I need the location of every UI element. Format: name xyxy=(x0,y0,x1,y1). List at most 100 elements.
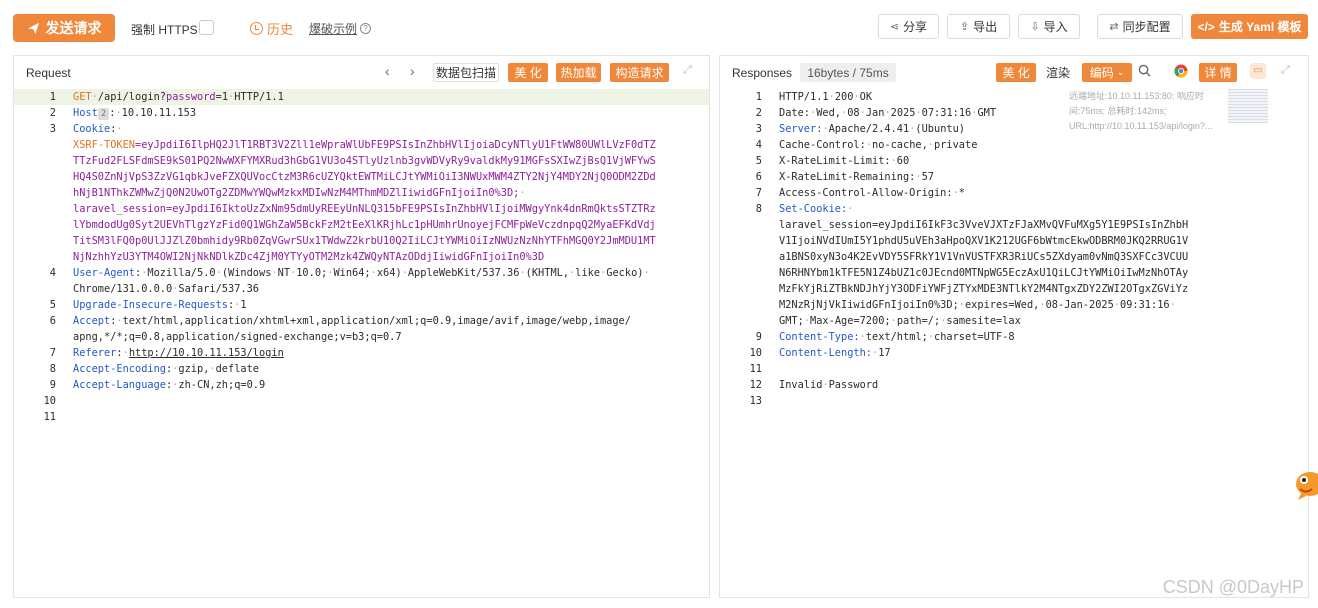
code-token: NjNzhhYzU3YTM4OWI2NjNkNDlkZDc4ZjM0YTYyOT… xyxy=(73,251,545,263)
encoding-label: 编码 xyxy=(1089,66,1114,80)
share-button[interactable]: ⋖ 分享 xyxy=(878,14,939,39)
send-request-label: 发送请求 xyxy=(45,20,102,36)
force-https-checkbox[interactable] xyxy=(199,20,214,35)
response-code-line[interactable]: Set-Cookie:· xyxy=(779,201,1300,217)
response-stats: 16bytes / 75ms xyxy=(800,63,896,82)
request-code-line[interactable]: TTzFud2FLSFdmSE9kS01PQ2NwWXFYMXRud3hGbG1… xyxy=(73,153,701,169)
request-code-line[interactable]: TitSM3lFQ0p0UlJJZlZ0bmhidy9Rb0ZqVGwrSUx1… xyxy=(73,233,701,249)
response-code-line[interactable]: Access-Control-Allow-Origin:·* xyxy=(779,185,1300,201)
send-request-button[interactable]: 发送请求 xyxy=(13,14,115,42)
request-code-line[interactable] xyxy=(73,409,701,425)
code-icon: </> xyxy=(1197,19,1215,34)
code-token: Accept xyxy=(73,315,111,327)
request-line-number xyxy=(14,169,56,185)
response-panel-header: Responses 16bytes / 75ms 美 化 渲染 编码 ⌄ 详 情… xyxy=(720,56,1308,89)
response-code-line[interactable]: N6RHNYbm1kTFE5N1Z4bUZ1c0JEcnd0MTNpWG5Ecz… xyxy=(779,265,1300,281)
brute-example-link[interactable]: 爆破示例 ? xyxy=(309,20,372,37)
response-code-line[interactable]: Content-Length:·17 xyxy=(779,345,1300,361)
response-code[interactable]: HTTP/1.1·200·OK Date:·Wed,·08·Jan·2025·07… xyxy=(779,89,1300,409)
request-code-line[interactable]: Referer:·http://10.10.11.153/login xyxy=(73,345,701,361)
response-code-line[interactable]: Server:·Apache/2.4.41·(Ubuntu) xyxy=(779,121,1300,137)
response-code-line[interactable]: X-RateLimit-Limit:·60 xyxy=(779,153,1300,169)
code-token: /api/login? xyxy=(97,91,167,103)
request-code-line[interactable]: XSRF-TOKEN=eyJpdiI6IlpHQ2JlT1RBT3V2Zll1e… xyxy=(73,137,701,153)
request-code-line[interactable]: laravel_session=eyJpdiI6IktoUzZxNm95dmUy… xyxy=(73,201,701,217)
code-token: no-cache, xyxy=(872,139,928,151)
request-code-line[interactable]: hNjB1NThkZWMwZjQ0N2UwOTg2ZDMwYWQwMzkxMDI… xyxy=(73,185,701,201)
response-code-line[interactable]: X-RateLimit-Remaining:·57 xyxy=(779,169,1300,185)
history-button[interactable]: 历史 xyxy=(250,19,293,38)
request-code-line[interactable]: Host 2:·10.10.11.153 xyxy=(73,105,701,121)
request-line-number: 4 xyxy=(49,267,56,279)
code-token: Host xyxy=(73,107,98,119)
request-code-line[interactable]: NjNzhhYzU3YTM4OWI2NjNkNDlkZDc4ZjM0YTYyOT… xyxy=(73,249,701,265)
minimap[interactable] xyxy=(1228,89,1268,123)
import-label: 导入 xyxy=(1043,20,1068,34)
export-button[interactable]: ⇪ 导出 xyxy=(947,14,1010,39)
generate-yaml-button[interactable]: </> 生成 Yaml 模板 xyxy=(1191,14,1308,39)
encoding-dropdown[interactable]: 编码 ⌄ xyxy=(1082,63,1132,82)
response-code-line[interactable]: Cache-Control:·no-cache,·private xyxy=(779,137,1300,153)
expand-icon[interactable]: ⤢ xyxy=(1281,64,1293,76)
request-code-line[interactable]: HQ4S0ZnNjVpS3ZzVG1qbkJveFZXQUVocCtzM3R6c… xyxy=(73,169,701,185)
request-code[interactable]: GET·/api/login?password=1·HTTP/1.1 Host 2:… xyxy=(73,89,701,425)
code-token: AppleWebKit/537.36 xyxy=(407,267,520,279)
code-token: Win64; xyxy=(333,267,371,279)
request-code-line[interactable]: GET·/api/login?password=1·HTTP/1.1 xyxy=(73,89,701,105)
request-code-line[interactable]: Chrome/131.0.0.0·Safari/537.36 xyxy=(73,281,701,297)
response-code-line[interactable]: MzFkYjRiZTBkNDJhYjY3ODFiYWFjZTYxMDE3NTlk… xyxy=(779,281,1300,297)
request-code-line[interactable]: Accept-Language:·zh-CN,zh;q=0.9 xyxy=(73,377,701,393)
response-editor[interactable]: 1 2 3 4 5 6 7 8 9 10 11 12 13 HTTP/1.1·200·OK Date:·W… xyxy=(720,89,1308,597)
request-line-number xyxy=(14,249,56,265)
request-code-line[interactable]: Accept:·text/html,application/xhtml+xml,… xyxy=(73,313,701,329)
mascot-icon[interactable] xyxy=(1292,462,1318,504)
response-code-line[interactable]: a1BNS0xyN3o4K2EvVDY5SFRkY1V1VnVUSTFXR3Ri… xyxy=(779,249,1300,265)
details-button[interactable]: 详 情 xyxy=(1199,63,1237,82)
response-code-line[interactable]: HTTP/1.1·200·OK xyxy=(779,89,1300,105)
response-code-line[interactable]: laravel_session=eyJpdiI6IkF3c3VveVJXTzFJ… xyxy=(779,217,1300,233)
request-code-line[interactable]: lYbmdodUg0Syt2UEVhTlgzYzFid0Q1WGhZaW5Bck… xyxy=(73,217,701,233)
search-icon[interactable] xyxy=(1138,64,1152,78)
import-button[interactable]: ⇩ 导入 xyxy=(1018,14,1080,39)
request-line-number xyxy=(14,201,56,217)
request-code-line[interactable]: User-Agent:·Mozilla/5.0·(Windows·NT·10.0… xyxy=(73,265,701,281)
back-arrow-icon[interactable]: ‹ xyxy=(385,63,390,79)
code-token: (KHTML, xyxy=(525,267,570,279)
packet-scan-button[interactable]: 数据包扫描 xyxy=(433,63,499,82)
request-line-number xyxy=(14,137,56,153)
response-code-line[interactable]: V1IjoiNVdIUmI5Y1phdU5uVEh3aHpoQXV1K212UG… xyxy=(779,233,1300,249)
hot-load-button[interactable]: 热加载 xyxy=(556,63,601,82)
response-meta-note: 远端地址:10.10.11.153:80; 响应时间:75ms; 总耗时:142… xyxy=(1069,91,1213,131)
response-code-line[interactable] xyxy=(779,361,1300,377)
code-token: path=/; xyxy=(896,315,941,327)
expand-icon[interactable]: ⤢ xyxy=(683,64,695,76)
code-token: Access-Control-Allow-Origin: xyxy=(779,187,953,199)
request-code-line[interactable]: apng,*/*;q=0.8,application/signed-exchan… xyxy=(73,329,701,345)
request-line-numbers: 1 2 3 4 5 6 7 8 9 10 11 xyxy=(14,89,56,425)
comment-icon[interactable]: ▭ xyxy=(1250,63,1266,79)
clock-icon xyxy=(250,22,263,35)
request-editor[interactable]: 1 2 3 4 5 6 7 8 9 10 11 GET·/api/login?password=1·… xyxy=(14,89,709,597)
response-line-number xyxy=(720,233,762,249)
response-code-line[interactable]: Date:·Wed,·08·Jan·2025·07:31:16·GMT xyxy=(779,105,1300,121)
request-code-line[interactable]: Accept-Encoding:·gzip,·deflate xyxy=(73,361,701,377)
response-code-line[interactable]: Content-Type:·text/html;·charset=UTF-8 xyxy=(779,329,1300,345)
import-icon: ⇩ xyxy=(1030,21,1040,33)
response-code-line[interactable]: M2NzRjNjVkIiwidGFnIjoiIn0%3D; · expires=We… xyxy=(779,297,1300,313)
beautify-response-button[interactable]: 美 化 xyxy=(996,63,1036,82)
request-title: Request xyxy=(26,66,71,80)
code-token: 60 xyxy=(896,155,910,167)
sync-config-button[interactable]: ⇄ 同步配置 xyxy=(1097,14,1183,39)
render-button[interactable]: 渲染 xyxy=(1042,63,1074,82)
build-request-button[interactable]: 构造请求 xyxy=(610,63,669,82)
beautify-request-button[interactable]: 美 化 xyxy=(508,63,548,82)
forward-arrow-icon[interactable]: › xyxy=(410,63,415,79)
request-code-line[interactable]: Upgrade-Insecure-Requests:·1 xyxy=(73,297,701,313)
request-code-line[interactable]: Cookie:· xyxy=(73,121,701,137)
response-code-line[interactable] xyxy=(779,393,1300,409)
response-code-line[interactable]: GMT;·Max-Age=7200;·path=/;·samesite=lax xyxy=(779,313,1300,329)
code-token: text/html; xyxy=(865,331,928,343)
request-code-line[interactable] xyxy=(73,393,701,409)
chrome-icon[interactable] xyxy=(1174,64,1188,78)
response-code-line[interactable]: Invalid·Password xyxy=(779,377,1300,393)
